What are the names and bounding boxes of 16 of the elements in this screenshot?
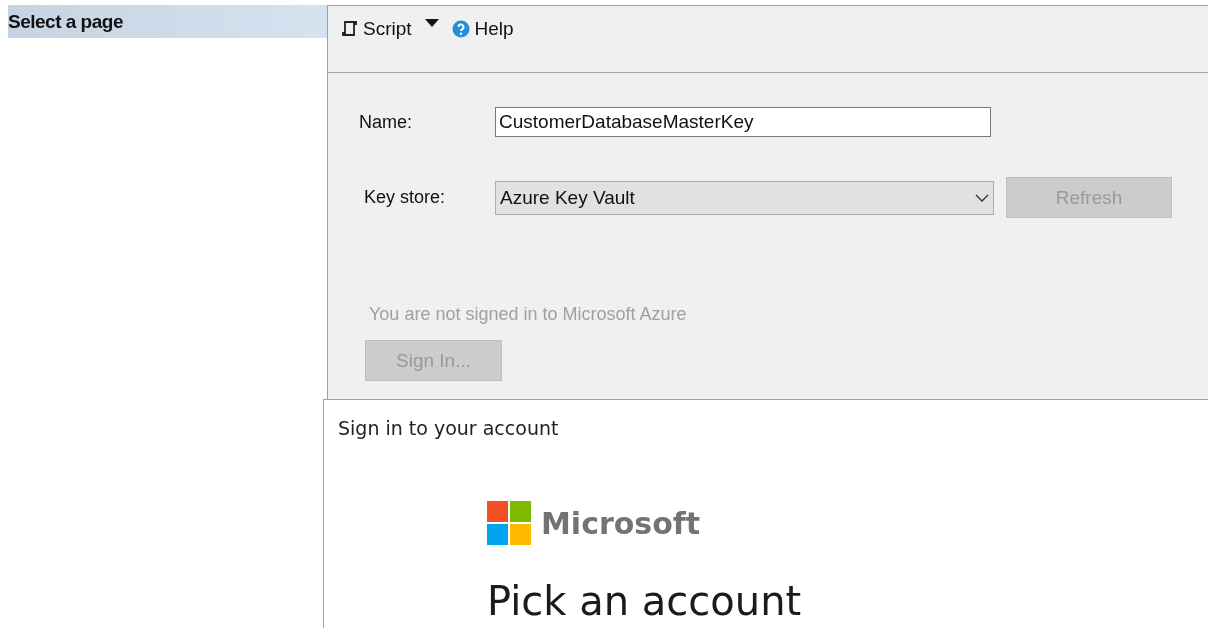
help-icon — [451, 20, 470, 38]
name-field[interactable]: CustomerDatabaseMasterKey — [495, 107, 991, 137]
chevron-icon — [975, 193, 989, 202]
caret-icon — [423, 18, 440, 28]
help-button[interactable]: Help — [449, 16, 516, 42]
dialog-heading: Pick an account — [487, 578, 802, 624]
four-squares-logo-icon — [487, 501, 531, 545]
script-button[interactable]: Script — [338, 16, 414, 42]
dialog-title: Sign in to your account — [338, 417, 559, 439]
sign-in-status: You are not signed in to Microsoft Azure — [369, 304, 688, 325]
brand-name: Microsoft — [541, 505, 701, 541]
script-icon — [340, 20, 358, 38]
key-store-label: Key store: — [364, 187, 447, 208]
sidebar-header: Select a page — [8, 5, 327, 38]
name-label: Name: — [359, 111, 413, 133]
key-store-dropdown[interactable]: Azure Key Vault — [495, 180, 994, 215]
